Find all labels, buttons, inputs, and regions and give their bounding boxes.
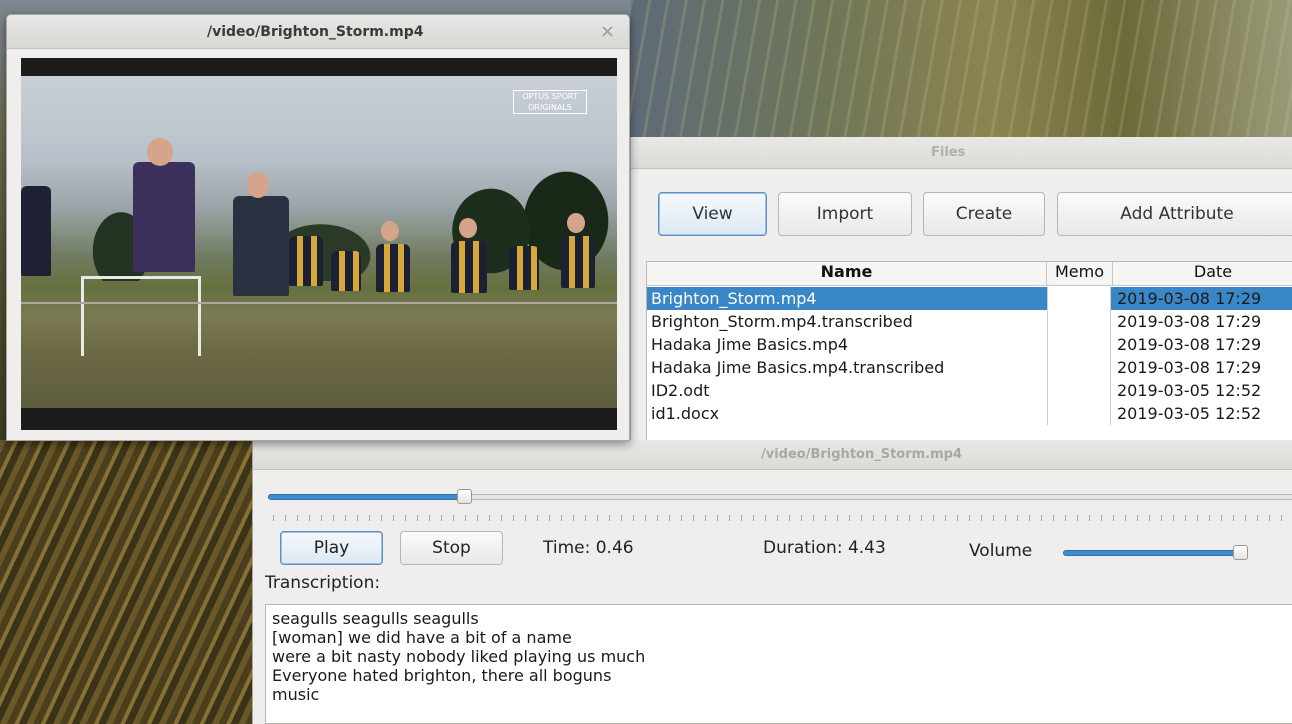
- cell-memo[interactable]: [1047, 333, 1111, 356]
- wallpaper-grass-top: [630, 0, 1292, 140]
- video-player-figure: [331, 251, 361, 291]
- cell-date: 2019-03-05 12:52: [1117, 381, 1262, 400]
- cell-memo[interactable]: [1047, 287, 1111, 310]
- video-window-title[interactable]: /video/Brighton_Storm.mp4 ×: [7, 15, 629, 49]
- table-row[interactable]: Brighton_Storm.mp4 2019-03-08 17:29: [647, 287, 1292, 310]
- import-button[interactable]: Import: [778, 192, 912, 236]
- column-header-memo[interactable]: Memo: [1047, 262, 1113, 286]
- transcription-textarea[interactable]: seagulls seagulls seagulls [woman] we di…: [265, 604, 1292, 724]
- video-frame[interactable]: OPTUS SPORT ORIGINALS: [21, 58, 617, 430]
- time-readout: Time: 0.46: [543, 538, 634, 558]
- transcript-line: [woman] we did have a bit of a name: [272, 628, 572, 647]
- table-header: Name Memo Date: [647, 262, 1292, 286]
- table-row[interactable]: Hadaka Jime Basics.mp4 2019-03-08 17:29: [647, 333, 1292, 356]
- column-header-date[interactable]: Date: [1113, 262, 1292, 286]
- video-player-figure: [233, 196, 289, 296]
- video-player-head: [247, 172, 269, 198]
- cell-name: Brighton_Storm.mp4: [651, 289, 817, 308]
- transcription-label: Transcription:: [265, 573, 381, 593]
- table-row[interactable]: ID2.odt 2019-03-05 12:52: [647, 379, 1292, 402]
- video-player-figure: [133, 162, 195, 272]
- video-player-head: [381, 221, 399, 241]
- video-player-figure: [376, 244, 410, 292]
- logo-line-2: ORIGINALS: [528, 103, 572, 112]
- cell-date: 2019-03-08 17:29: [1117, 289, 1262, 308]
- cell-memo[interactable]: [1047, 402, 1111, 425]
- seek-slider-fill: [268, 494, 464, 500]
- player-window: /video/Brighton_Storm.mp4 Play Stop Time…: [252, 440, 1292, 724]
- seek-slider-handle[interactable]: [457, 489, 472, 504]
- transcript-line: were a bit nasty nobody liked playing us…: [272, 647, 646, 666]
- video-player-head: [459, 218, 477, 238]
- cell-name: Brighton_Storm.mp4.transcribed: [651, 312, 913, 331]
- cell-memo[interactable]: [1047, 310, 1111, 333]
- cell-memo[interactable]: [1047, 379, 1111, 402]
- video-player-head: [567, 213, 585, 233]
- cell-date: 2019-03-08 17:29: [1117, 312, 1262, 331]
- video-player-head: [147, 138, 173, 166]
- table-row[interactable]: Brighton_Storm.mp4.transcribed 2019-03-0…: [647, 310, 1292, 333]
- files-window: Files View Import Create Add Attribute N…: [630, 137, 1292, 447]
- video-window-title-text: /video/Brighton_Storm.mp4: [207, 24, 424, 40]
- table-row[interactable]: id1.docx 2019-03-05 12:52: [647, 402, 1292, 425]
- volume-slider-track[interactable]: [1063, 550, 1245, 556]
- player-window-title[interactable]: /video/Brighton_Storm.mp4: [253, 440, 1292, 470]
- cell-name: Hadaka Jime Basics.mp4.transcribed: [651, 358, 945, 377]
- cell-name: id1.docx: [651, 404, 720, 423]
- cell-memo[interactable]: [1047, 356, 1111, 379]
- wallpaper-grass-left: [0, 440, 260, 724]
- video-fence: [21, 302, 617, 304]
- files-table[interactable]: Name Memo Date Brighton_Storm.mp4 2019-0…: [646, 261, 1292, 447]
- play-button[interactable]: Play: [280, 531, 383, 565]
- column-header-name[interactable]: Name: [647, 262, 1047, 286]
- close-icon[interactable]: ×: [600, 15, 615, 49]
- video-player-figure: [509, 246, 539, 290]
- cell-date: 2019-03-08 17:29: [1117, 358, 1262, 377]
- logo-line-1: OPTUS SPORT: [522, 92, 578, 101]
- table-row[interactable]: Hadaka Jime Basics.mp4.transcribed 2019-…: [647, 356, 1292, 379]
- add-attribute-button[interactable]: Add Attribute: [1057, 192, 1292, 236]
- video-window: /video/Brighton_Storm.mp4 × OPTUS SPORT …: [6, 14, 630, 441]
- transcript-line: seagulls seagulls seagulls: [272, 609, 479, 628]
- video-still: OPTUS SPORT ORIGINALS: [21, 76, 617, 408]
- cell-date: 2019-03-08 17:29: [1117, 335, 1262, 354]
- stop-button[interactable]: Stop: [400, 531, 503, 565]
- optus-sport-logo: OPTUS SPORT ORIGINALS: [513, 90, 587, 114]
- video-player-figure: [451, 241, 487, 293]
- duration-readout: Duration: 4.43: [763, 538, 886, 558]
- cell-date: 2019-03-05 12:52: [1117, 404, 1262, 423]
- video-player-figure: [289, 236, 323, 286]
- volume-slider-handle[interactable]: [1233, 545, 1248, 560]
- video-goal-post: [81, 276, 201, 356]
- volume-label: Volume: [969, 541, 1033, 561]
- create-button[interactable]: Create: [923, 192, 1045, 236]
- cell-name: ID2.odt: [651, 381, 710, 400]
- files-window-title[interactable]: Files: [631, 137, 1292, 169]
- transcript-line: Everyone hated brighton, there all bogun…: [272, 666, 612, 685]
- view-button[interactable]: View: [658, 192, 767, 236]
- seek-tick-marks: [273, 515, 1292, 521]
- video-player-figure: [561, 236, 595, 288]
- cell-name: Hadaka Jime Basics.mp4: [651, 335, 849, 354]
- video-player-figure: [21, 186, 51, 276]
- transcript-line: music: [272, 685, 320, 704]
